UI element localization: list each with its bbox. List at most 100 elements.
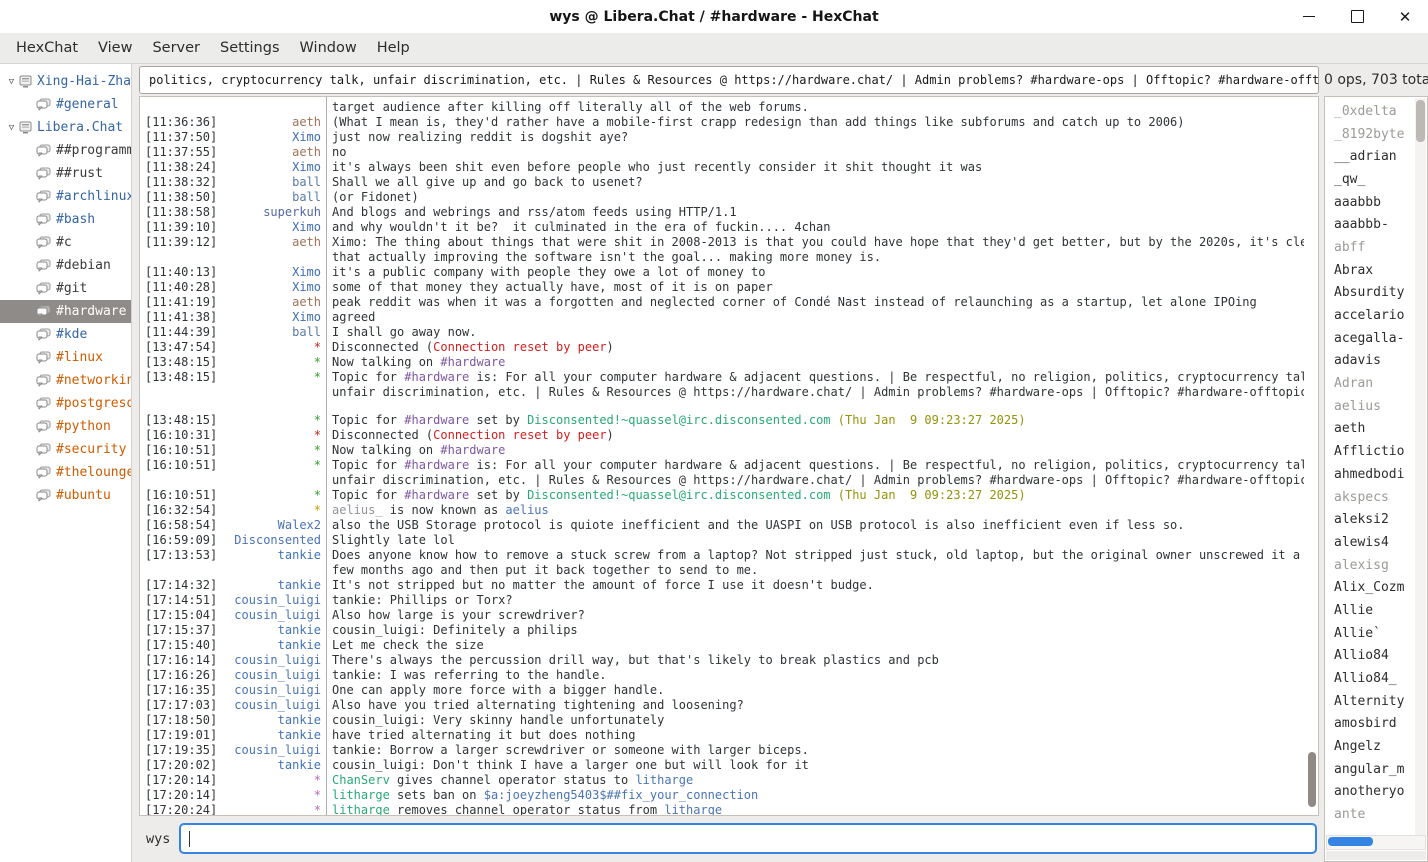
userlist-item-angular-m[interactable]: angular_m bbox=[1334, 758, 1415, 781]
userlist-item-abff[interactable]: abff bbox=[1334, 236, 1415, 259]
userlist-item-aleksi2[interactable]: aleksi2 bbox=[1334, 508, 1415, 531]
tree-item-c[interactable]: #c bbox=[0, 231, 131, 254]
chat-scrollbar[interactable] bbox=[1307, 99, 1317, 813]
tree-item-thelounge[interactable]: #thelounge bbox=[0, 461, 131, 484]
menu-hexchat[interactable]: HexChat bbox=[6, 37, 88, 59]
tree-item-debian[interactable]: #debian bbox=[0, 254, 131, 277]
tree-item-general[interactable]: #general bbox=[0, 93, 131, 116]
message-segment: #hardware bbox=[440, 355, 505, 369]
menu-settings[interactable]: Settings bbox=[210, 37, 289, 59]
right-area: politics, cryptocurrency talk, unfair di… bbox=[132, 64, 1428, 862]
userlist-item-allio84[interactable]: Allio84 bbox=[1334, 645, 1415, 668]
userlist-item-adavis[interactable]: adavis bbox=[1334, 350, 1415, 373]
tree-item-postgresql[interactable]: #postgresql bbox=[0, 392, 131, 415]
userlist-item-aeth[interactable]: aeth bbox=[1334, 418, 1415, 441]
userlist-item-adran[interactable]: Adran bbox=[1334, 372, 1415, 395]
userlist-item-ahmedbodi[interactable]: ahmedbodi bbox=[1334, 463, 1415, 486]
channel-icon bbox=[36, 282, 51, 295]
message-text: cousin_luigi: Very skinny handle unfortu… bbox=[332, 713, 1304, 728]
tree-item-rust[interactable]: ##rust bbox=[0, 162, 131, 185]
userlist-item-accelario[interactable]: accelario bbox=[1334, 304, 1415, 327]
userlist-scrollbar[interactable] bbox=[1415, 98, 1426, 835]
chat-line-continuation: target audience after killing off litera… bbox=[145, 100, 1304, 115]
userlist-item-absurdity[interactable]: Absurdity bbox=[1334, 282, 1415, 305]
userlist-item-abrax[interactable]: Abrax bbox=[1334, 259, 1415, 282]
tree-item-linux[interactable]: #linux bbox=[0, 346, 131, 369]
chat-line: [16:58:54]Walex2also the USB Storage pro… bbox=[145, 518, 1304, 533]
userlist-item-angelz[interactable]: Angelz bbox=[1334, 735, 1415, 758]
userlist-hscrollbar-track2[interactable] bbox=[1326, 851, 1426, 860]
userlist-item-akspecs[interactable]: akspecs bbox=[1334, 486, 1415, 509]
message-input[interactable] bbox=[179, 823, 1317, 854]
tree-item-security[interactable]: #security bbox=[0, 438, 131, 461]
userlist-item-aaabbb[interactable]: aaabbb- bbox=[1334, 213, 1415, 236]
message-text: Topic for #hardware set by Disconsented!… bbox=[332, 413, 1304, 428]
userlist-item-alewis4[interactable]: alewis4 bbox=[1334, 531, 1415, 554]
tree-item-label: #networking bbox=[56, 373, 131, 388]
chat-line: [17:17:03]cousin_luigiAlso have you trie… bbox=[145, 698, 1304, 713]
message-segment: Topic for bbox=[332, 413, 404, 427]
chat-message-area[interactable]: target audience after killing off litera… bbox=[139, 96, 1319, 816]
userlist-item-alexisg[interactable]: alexisg bbox=[1334, 554, 1415, 577]
expander-icon[interactable]: ▽ bbox=[4, 123, 19, 133]
userlist-item-allie[interactable]: Allie bbox=[1334, 599, 1415, 622]
userlist-item-aaabbb[interactable]: aaabbb bbox=[1334, 191, 1415, 214]
userlist-item-ante[interactable]: ante bbox=[1334, 803, 1415, 826]
tree-item-networking[interactable]: #networking bbox=[0, 369, 131, 392]
userlist-item-afflictio[interactable]: Afflictio bbox=[1334, 440, 1415, 463]
userlist-item-0xdelta[interactable]: _0xdelta bbox=[1334, 100, 1415, 123]
tree-item-label: #ubuntu bbox=[56, 488, 111, 503]
tree-item-label: #git bbox=[56, 281, 87, 296]
userlist-item-acegalla[interactable]: acegalla- bbox=[1334, 327, 1415, 350]
userlist-item-8192byte[interactable]: _8192byte bbox=[1334, 123, 1415, 146]
userlist-item-alix-cozm[interactable]: Alix_Cozm bbox=[1334, 576, 1415, 599]
timestamp: [11:44:39] bbox=[145, 325, 221, 340]
userlist-item-anotheryo[interactable]: anotheryo bbox=[1334, 781, 1415, 804]
userlist-hscrollbar-thumb[interactable] bbox=[1328, 837, 1373, 846]
message-segment: aelius bbox=[505, 503, 548, 517]
tree-item-git[interactable]: #git bbox=[0, 277, 131, 300]
tree-server-xing-hai-zhan[interactable]: ▽Xing-Hai-Zhan bbox=[0, 70, 131, 93]
timestamp: [11:37:50] bbox=[145, 130, 221, 145]
tree-item-label: #kde bbox=[56, 327, 87, 342]
tree-item-bash[interactable]: #bash bbox=[0, 208, 131, 231]
userlist-item-aelius[interactable]: aelius bbox=[1334, 395, 1415, 418]
timestamp: [17:19:35] bbox=[145, 743, 221, 758]
message-segment: Disconnected ( bbox=[332, 340, 433, 354]
nick: tankie bbox=[221, 758, 321, 773]
userlist-item-amosbird[interactable]: amosbird bbox=[1334, 713, 1415, 736]
menu-view[interactable]: View bbox=[88, 37, 142, 59]
userlist-scrollbar-thumb[interactable] bbox=[1416, 100, 1425, 142]
minimize-button[interactable] bbox=[1302, 10, 1316, 24]
close-button[interactable]: ✕ bbox=[1398, 10, 1412, 24]
menu-help[interactable]: Help bbox=[367, 37, 420, 59]
timestamp bbox=[145, 563, 221, 578]
userlist-item-allio84[interactable]: Allio84_ bbox=[1334, 667, 1415, 690]
userlist-hscrollbar[interactable] bbox=[1326, 835, 1426, 850]
tree-item-hardware[interactable]: #hardware bbox=[0, 300, 131, 323]
timestamp: [11:39:10] bbox=[145, 220, 221, 235]
message-text: I shall go away now. bbox=[332, 325, 1304, 340]
userlist-item-allie[interactable]: Allie` bbox=[1334, 622, 1415, 645]
tree-server-libera-chat[interactable]: ▽Libera.Chat bbox=[0, 116, 131, 139]
userlist-item-alternity[interactable]: Alternity bbox=[1334, 690, 1415, 713]
tree-item-programming[interactable]: ##programming bbox=[0, 139, 131, 162]
menu-server[interactable]: Server bbox=[142, 37, 210, 59]
userlist-item-qw[interactable]: _qw_ bbox=[1334, 168, 1415, 191]
chat-scrollbar-thumb[interactable] bbox=[1308, 752, 1316, 806]
tree-item-archlinux[interactable]: #archlinux bbox=[0, 185, 131, 208]
expander-icon[interactable]: ▽ bbox=[4, 77, 19, 87]
tree-item-python[interactable]: #python bbox=[0, 415, 131, 438]
timestamp: [16:58:54] bbox=[145, 518, 221, 533]
channel-icon bbox=[36, 397, 51, 410]
chat-line: [11:38:50]ball(or Fidonet) bbox=[145, 190, 1304, 205]
menu-window[interactable]: Window bbox=[290, 37, 367, 59]
topic-bar[interactable]: politics, cryptocurrency talk, unfair di… bbox=[139, 66, 1319, 94]
tree-item-ubuntu[interactable]: #ubuntu bbox=[0, 484, 131, 507]
channel-icon bbox=[36, 259, 51, 272]
event-star: * bbox=[221, 788, 321, 803]
message-text: And blogs and webrings and rss/atom feed… bbox=[332, 205, 1304, 220]
maximize-button[interactable] bbox=[1350, 10, 1364, 24]
userlist-item-adrian[interactable]: __adrian bbox=[1334, 145, 1415, 168]
tree-item-kde[interactable]: #kde bbox=[0, 323, 131, 346]
